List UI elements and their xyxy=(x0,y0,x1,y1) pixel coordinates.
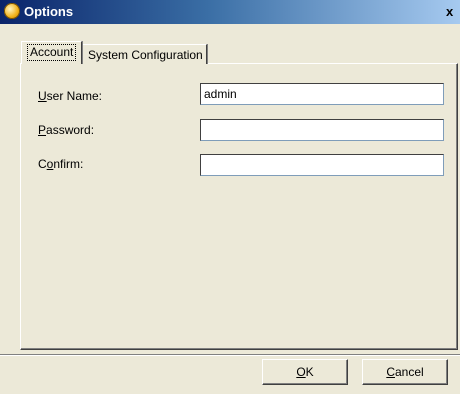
tab-account[interactable]: Account xyxy=(21,41,83,64)
title-bar: Options x xyxy=(0,0,460,24)
username-input[interactable] xyxy=(200,83,444,105)
username-label: User Name: xyxy=(38,89,103,103)
close-button[interactable]: x xyxy=(446,3,460,20)
tab-panel xyxy=(20,63,458,350)
window-title: Options xyxy=(24,4,74,19)
confirm-label: Confirm: xyxy=(38,157,84,171)
cancel-button[interactable]: Cancel xyxy=(362,359,448,385)
ok-button[interactable]: OK xyxy=(262,359,348,385)
app-icon xyxy=(4,3,20,19)
tab-account-label: Account xyxy=(27,44,77,61)
password-input[interactable] xyxy=(200,119,444,141)
password-label: Password: xyxy=(38,123,95,137)
confirm-input[interactable] xyxy=(200,154,444,176)
tab-system-configuration[interactable]: System Configuration xyxy=(82,44,207,64)
button-separator xyxy=(0,354,460,356)
